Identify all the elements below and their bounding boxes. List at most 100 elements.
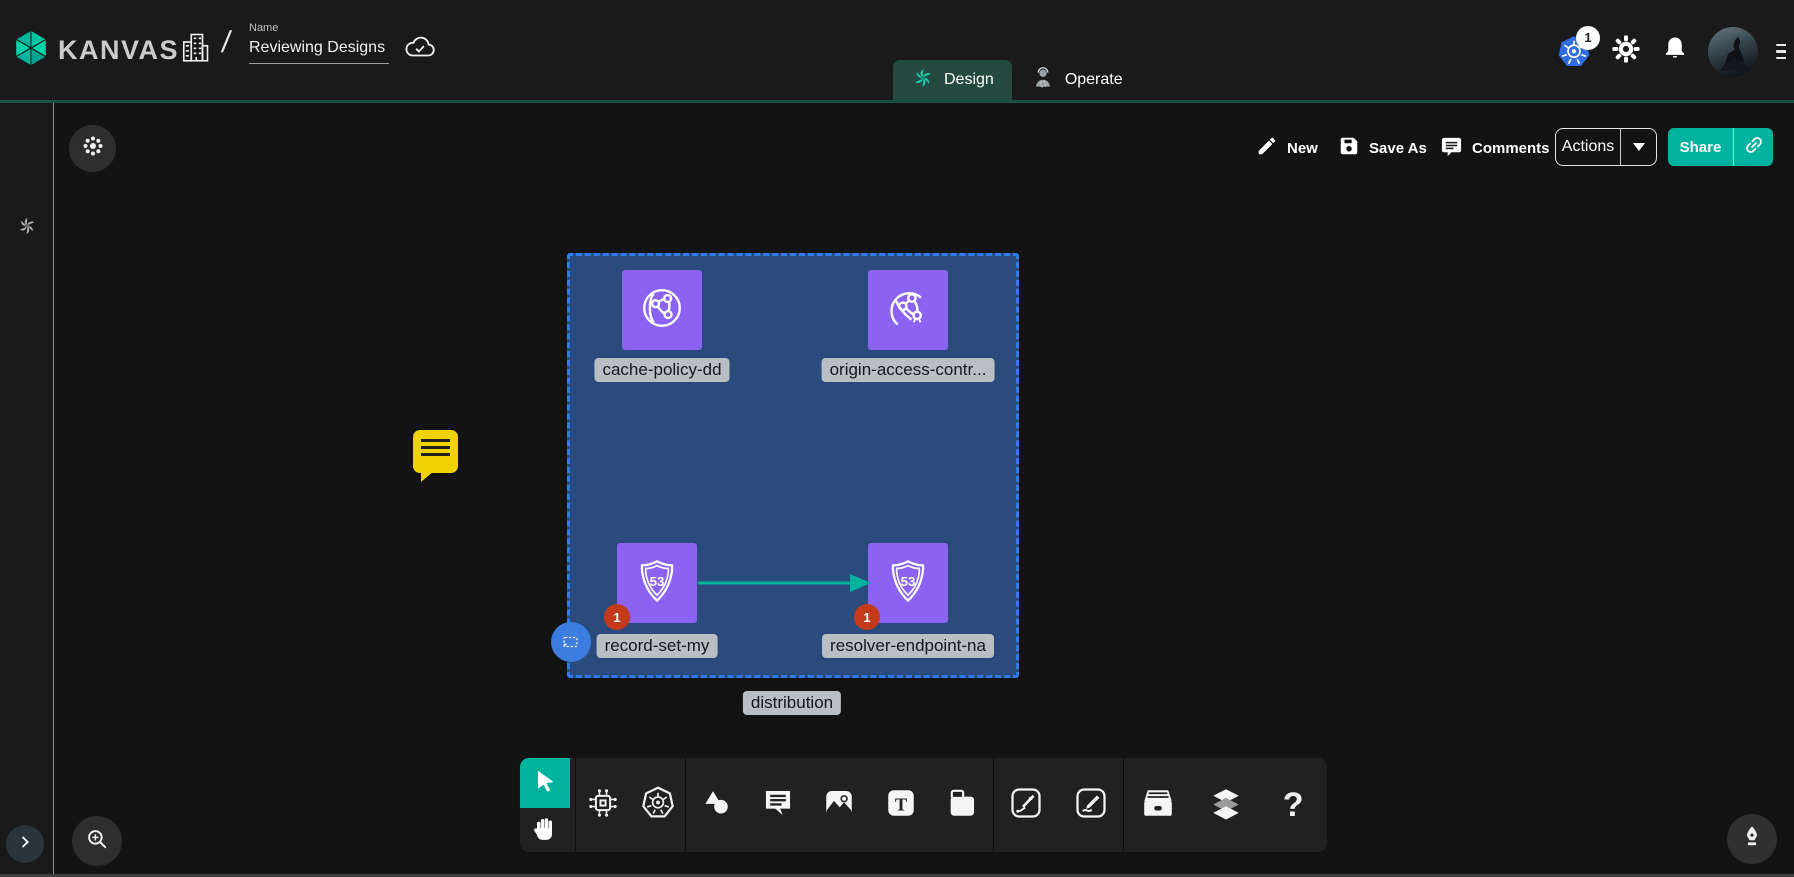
- design-spiral-icon: [911, 66, 935, 95]
- kubernetes-context-button[interactable]: 1: [1556, 34, 1592, 70]
- edge-pen-icon: [1008, 785, 1044, 826]
- group-select-handle[interactable]: [551, 622, 591, 662]
- tool-pan[interactable]: [530, 812, 560, 849]
- pencil-new-icon: [1256, 135, 1278, 161]
- node-origin-access-control[interactable]: [868, 270, 948, 350]
- zoom-in-button[interactable]: [72, 816, 122, 866]
- tab-operate-label: Operate: [1065, 71, 1123, 89]
- mode-tabs: Design Operate: [893, 60, 1141, 100]
- tool-kubernetes[interactable]: [634, 775, 682, 835]
- kanvas-logo[interactable]: KANVAS: [12, 28, 179, 73]
- design-pen-button[interactable]: [1727, 814, 1777, 864]
- left-sidebar: [0, 103, 54, 877]
- magnifier-plus-icon: [84, 826, 110, 857]
- design-name-input[interactable]: [249, 37, 389, 64]
- copy-link-button[interactable]: [1733, 128, 1773, 166]
- tool-freehand-pencil[interactable]: [1067, 775, 1115, 835]
- help-question-icon: ?: [1283, 786, 1304, 825]
- save-as-label: Save As: [1369, 140, 1427, 157]
- tool-edge-pen[interactable]: [1002, 775, 1050, 835]
- tool-image[interactable]: [815, 775, 863, 835]
- kanvas-app: KANVAS / Name: [0, 0, 1794, 877]
- link-icon: [1743, 134, 1765, 161]
- save-as-button[interactable]: Save As: [1338, 130, 1427, 166]
- canvas-quick-menu-button[interactable]: [69, 125, 116, 172]
- share-button[interactable]: Share: [1668, 128, 1773, 166]
- operate-person-icon: [1030, 65, 1056, 96]
- design-name-group: Name: [249, 22, 389, 64]
- header-right-actions: 1: [1556, 0, 1786, 103]
- design-name-caption: Name: [249, 22, 389, 34]
- hand-icon: [530, 831, 560, 848]
- tool-components[interactable]: [579, 775, 627, 835]
- svg-text:53: 53: [901, 574, 916, 589]
- tool-shapes[interactable]: [693, 775, 741, 835]
- cursor-arrow-icon: [532, 768, 558, 799]
- edge-record-set-to-resolver[interactable]: [697, 570, 872, 596]
- tool-help[interactable]: ?: [1269, 775, 1317, 835]
- settings-gear-icon[interactable]: [1610, 33, 1642, 70]
- issue-count-badge[interactable]: 1: [604, 604, 630, 630]
- tool-comment[interactable]: [754, 775, 802, 835]
- sticky-note-icon: [945, 786, 979, 825]
- chip-icon: [586, 786, 620, 825]
- comments-button[interactable]: Comments: [1440, 130, 1550, 166]
- pen-nib-icon: [1739, 824, 1765, 855]
- notifications-bell-icon[interactable]: [1660, 34, 1690, 69]
- app-header: KANVAS / Name: [0, 0, 1794, 103]
- node-cache-policy[interactable]: [622, 270, 702, 350]
- tool-select[interactable]: [520, 758, 570, 808]
- comments-bubble-icon: [1440, 135, 1463, 162]
- canvas-comment-marker[interactable]: [413, 430, 458, 473]
- organization-building-icon[interactable]: [180, 30, 210, 69]
- menu-icon[interactable]: [1776, 40, 1786, 64]
- image-icon: [822, 786, 856, 825]
- comment-bubble-icon: [761, 786, 795, 825]
- kanvas-logo-icon: [12, 28, 50, 73]
- node-resolver-endpoint[interactable]: 53: [868, 543, 948, 623]
- user-avatar[interactable]: [1708, 27, 1758, 77]
- svg-text:53: 53: [650, 574, 665, 589]
- sidebar-expand-button[interactable]: [6, 825, 44, 863]
- issue-count-badge[interactable]: 1: [854, 604, 880, 630]
- drawer-icon: [1140, 785, 1176, 826]
- svg-text:T: T: [895, 794, 907, 814]
- shapes-icon: [700, 786, 734, 825]
- layers-icon: [1208, 785, 1244, 826]
- actions-caret-button[interactable]: [1620, 129, 1656, 165]
- tab-operate[interactable]: Operate: [1012, 60, 1141, 100]
- cloud-synced-icon: [403, 33, 437, 66]
- meshery-spiral-icon[interactable]: [16, 215, 38, 242]
- node-label[interactable]: cache-policy-dd: [594, 358, 729, 382]
- new-label: New: [1287, 140, 1318, 157]
- dot-flower-icon: [81, 134, 105, 163]
- floppy-save-icon: [1338, 135, 1360, 161]
- caret-down-icon: [1633, 143, 1645, 151]
- tab-design-label: Design: [944, 71, 994, 89]
- canvas-toolbar: T: [520, 758, 1327, 852]
- route53-record-set-icon: 53: [632, 556, 682, 611]
- text-icon: T: [884, 786, 918, 825]
- tab-design[interactable]: Design: [893, 60, 1012, 100]
- node-label[interactable]: origin-access-contr...: [822, 358, 995, 382]
- comments-label: Comments: [1472, 140, 1550, 157]
- tool-layers[interactable]: [1202, 775, 1250, 835]
- actions-label: Actions: [1556, 129, 1620, 165]
- tool-sticky-note[interactable]: [938, 775, 986, 835]
- tool-text[interactable]: T: [877, 775, 925, 835]
- comment-lines-icon: [421, 439, 450, 460]
- breadcrumb-separator: /: [220, 26, 233, 60]
- actions-dropdown-button[interactable]: Actions: [1555, 128, 1657, 166]
- share-label: Share: [1668, 128, 1733, 166]
- chevron-right-icon: [16, 833, 34, 856]
- node-label[interactable]: resolver-endpoint-na: [822, 634, 994, 658]
- freehand-pencil-icon: [1073, 785, 1109, 826]
- new-button[interactable]: New: [1256, 130, 1318, 166]
- route53-resolver-endpoint-icon: 53: [883, 556, 933, 611]
- cloudfront-cache-policy-icon: [636, 282, 688, 339]
- group-name-label[interactable]: distribution: [743, 691, 841, 715]
- tool-drawer[interactable]: [1134, 775, 1182, 835]
- node-label[interactable]: record-set-my: [597, 634, 718, 658]
- kubernetes-wheel-icon: [640, 785, 676, 826]
- cloudfront-origin-access-control-icon: [882, 282, 934, 339]
